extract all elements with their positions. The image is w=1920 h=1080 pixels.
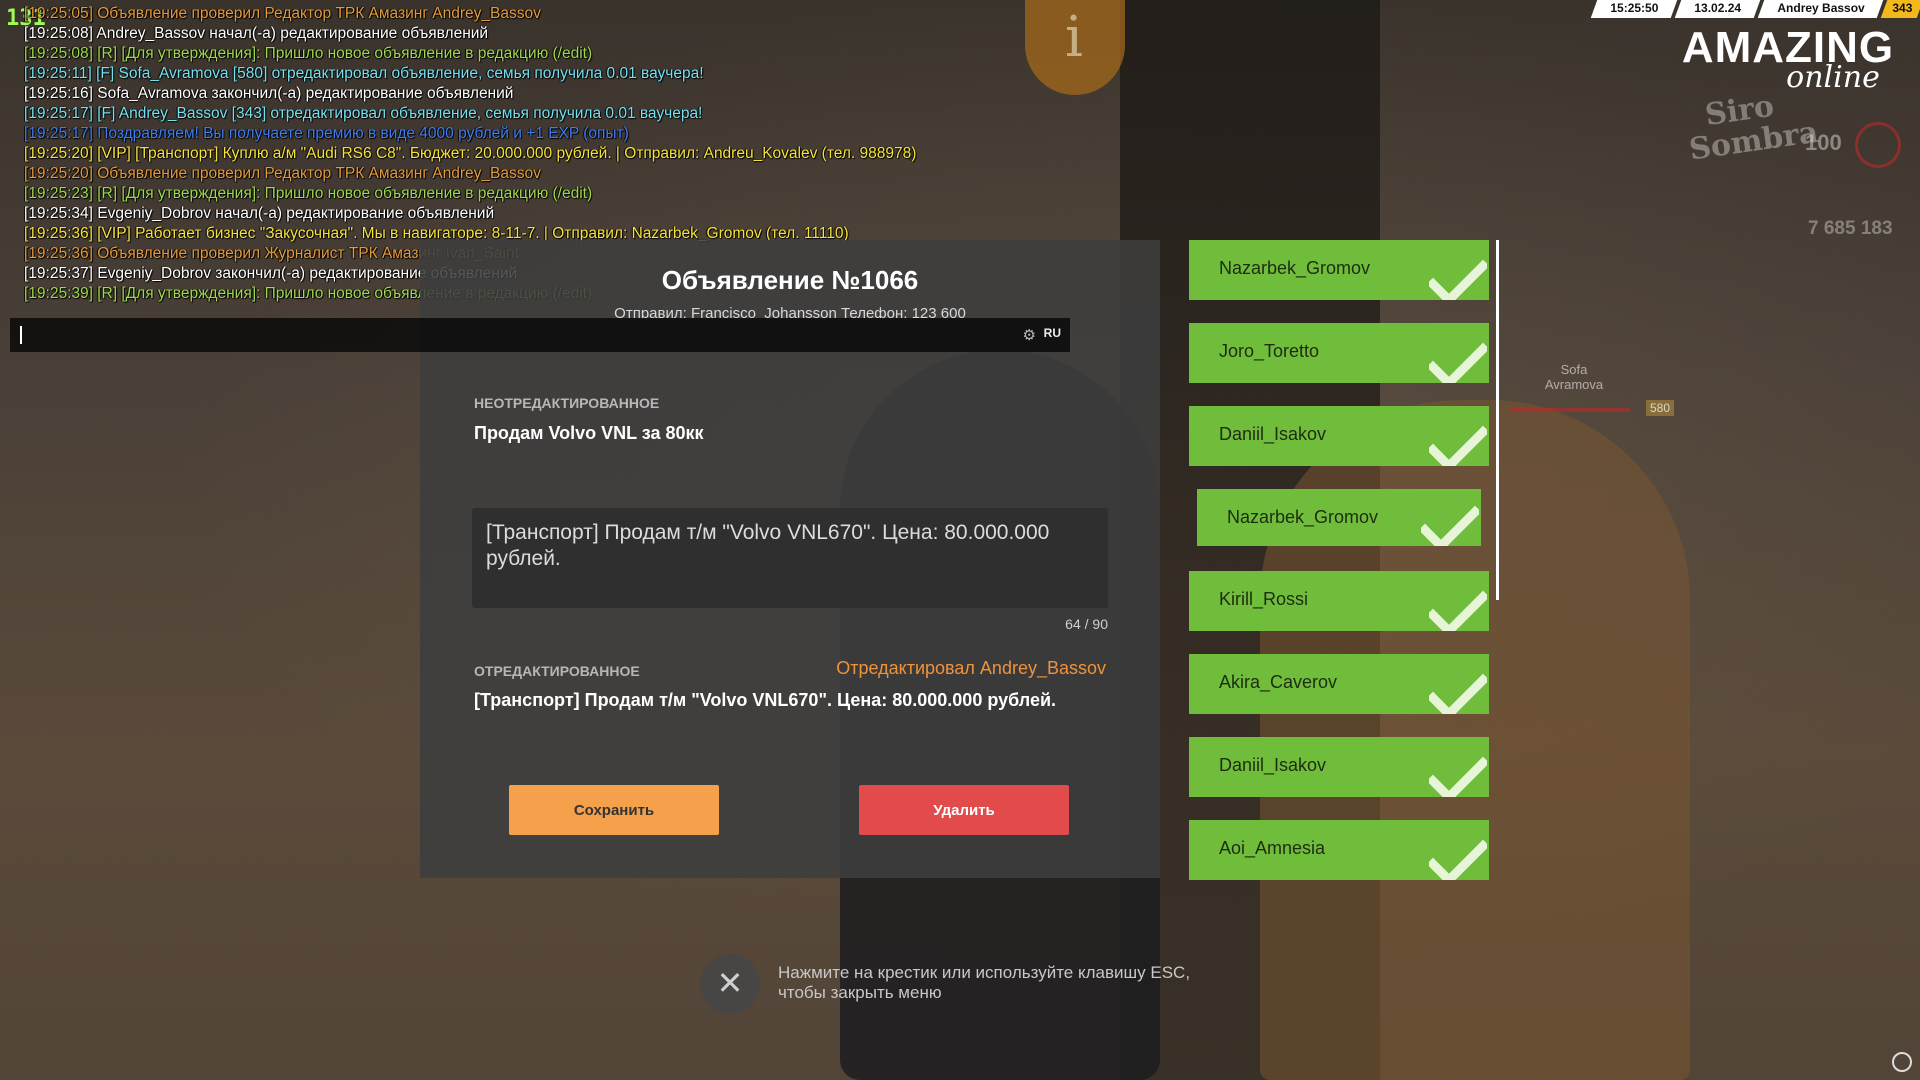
status-date-text: 13.02.24 [1694, 1, 1741, 15]
checkmark-icon [1429, 259, 1487, 300]
edited-by: Отредактировал Andrey_Bassov [836, 658, 1106, 678]
original-text: Продам Volvo VNL за 80кк [474, 423, 704, 443]
status-bar: 15:25:50 13.02.24 Andrey Bassov 343 [1590, 0, 1920, 18]
editor-card[interactable]: Kirill_Rossi [1189, 571, 1489, 631]
nearby-player-id: 580 [1646, 400, 1675, 416]
modal-title: Объявление №1066 [661, 265, 919, 295]
save-button[interactable]: Сохранить [509, 785, 719, 835]
editor-card[interactable]: Daniil_Isakov [1189, 406, 1489, 466]
editors-scrollbar[interactable] [1496, 240, 1499, 600]
original-label: НЕОТРЕДАКТИРОВАННОЕ [474, 395, 660, 411]
editor-card[interactable]: Aoi_Amnesia [1189, 820, 1489, 880]
editor-card[interactable]: Nazarbek_Gromov [1197, 489, 1481, 546]
ad-edit-field[interactable]: [Транспорт] Продам т/м "Volvo VNL670". Ц… [486, 520, 1094, 596]
editor-name: Daniil_Isakov [1219, 755, 1327, 775]
editor-card[interactable]: Nazarbek_Gromov [1189, 240, 1489, 300]
editor-card[interactable]: Akira_Caverov [1189, 654, 1489, 714]
chat-line: [19:25:08] Andrey_Bassov начал(-а) редак… [24, 25, 489, 42]
checkmark-icon [1429, 425, 1487, 466]
editor-name: Nazarbek_Gromov [1219, 258, 1371, 278]
editor-name: Nazarbek_Gromov [1227, 507, 1379, 527]
edited-text: [Транспорт] Продам т/м "Volvo VNL670". Ц… [474, 690, 1057, 710]
editor-name: Aoi_Amnesia [1219, 838, 1326, 858]
chat-line: [19:25:20] [VIP] [Транспорт] Куплю а/м "… [24, 145, 917, 162]
close-icon[interactable]: ✕ [700, 954, 760, 1014]
language-indicator[interactable]: RU [1044, 326, 1061, 340]
info-sign-glyph: i [1065, 5, 1083, 70]
family-emblem: Siro Sombra [1687, 88, 1821, 168]
editor-name: Joro_Toretto [1219, 341, 1320, 361]
delete-button[interactable]: Удалить [859, 785, 1069, 835]
checkmark-icon [1429, 839, 1487, 880]
ad-edit-field-wrapper: [Транспорт] Продам т/м "Volvo VNL670". Ц… [472, 508, 1108, 608]
checkmark-icon [1429, 756, 1487, 797]
nearby-player-name: Sofa Avramova [1544, 362, 1604, 392]
chat-line: [19:25:17] Поздравляем! Вы получаете пре… [24, 125, 629, 142]
edited-label: ОТРЕДАКТИРОВАННОЕ [474, 663, 640, 679]
nearby-player-health-bar [1510, 408, 1630, 412]
chat-line: [19:25:11] [F] Sofa_Avramova [580] отред… [24, 65, 704, 82]
status-player-id-text: 343 [1892, 1, 1913, 15]
money-value: 7 685 183 [1808, 218, 1893, 239]
ad-sender: Отправил: Francisco_Johansson Телефон: 1… [614, 305, 966, 318]
chat-input-bar[interactable]: ⚙ RU [10, 318, 1070, 352]
chat-line: [19:25:05] Объявление проверил Редактор … [24, 5, 541, 22]
editor-name: Daniil_Isakov [1219, 424, 1327, 444]
server-logo: AMAZING online [1672, 26, 1904, 96]
editor-name: Kirill_Rossi [1219, 589, 1309, 609]
status-time: 15:25:50 [1590, 0, 1678, 18]
loading-icon [1892, 1052, 1912, 1072]
chat-line: [19:25:20] Объявление проверил Редактор … [24, 165, 541, 182]
status-player-id: 343 [1880, 0, 1920, 18]
editor-card[interactable]: Daniil_Isakov [1189, 737, 1489, 797]
editor-card[interactable]: Joro_Toretto [1189, 323, 1489, 383]
health-value: 100 [1805, 130, 1842, 155]
gear-icon[interactable]: ⚙ [1023, 326, 1036, 344]
checkmark-icon [1429, 673, 1487, 714]
chat-line: [19:25:34] Evgeniy_Dobrov начал(-а) реда… [24, 205, 495, 222]
status-date: 13.02.24 [1674, 0, 1760, 18]
chat-line: [19:25:16] Sofa_Avramova закончил(-а) ре… [24, 85, 514, 102]
text-caret [20, 326, 22, 344]
chat-line: [19:25:08] [R] [Для утверждения]: Пришло… [24, 45, 593, 62]
editors-list: Nazarbek_Gromov Joro_Toretto Daniil_Isak… [1189, 240, 1499, 880]
close-hint: Нажмите на крестик или используйте клави… [778, 963, 1191, 1002]
char-counter: 64 / 90 [1065, 616, 1108, 632]
health-ring-icon [1855, 122, 1901, 168]
checkmark-icon [1429, 590, 1487, 631]
chat-line: [19:25:23] [R] [Для утверждения]: Пришло… [24, 185, 593, 202]
chat-line: [19:25:17] [F] Andrey_Bassov [343] отред… [24, 105, 703, 122]
checkmark-icon [1429, 342, 1487, 383]
status-player-name: Andrey Bassov [1757, 0, 1884, 18]
checkmark-icon [1421, 505, 1479, 546]
status-player-name-text: Andrey Bassov [1776, 1, 1865, 15]
editor-name: Akira_Caverov [1219, 672, 1338, 692]
status-time-text: 15:25:50 [1610, 1, 1659, 15]
